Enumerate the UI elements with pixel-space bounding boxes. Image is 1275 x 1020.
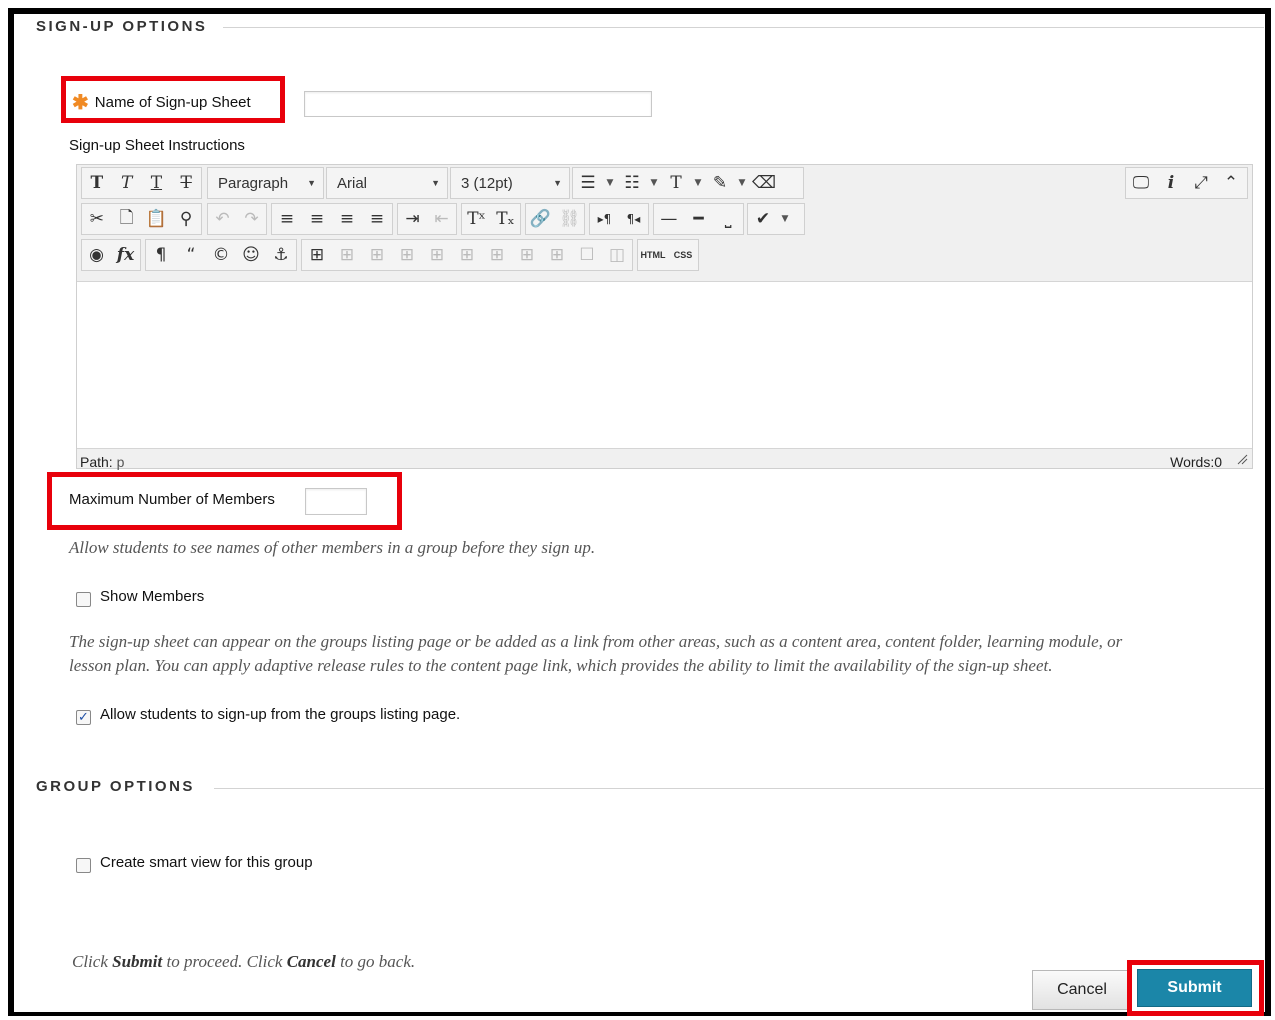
eraser-icon[interactable]: ⌫ — [749, 168, 779, 198]
resize-handle-icon[interactable] — [1236, 453, 1248, 465]
info-icon[interactable]: i — [1156, 168, 1186, 198]
chevron-down-icon: ▼ — [431, 178, 440, 188]
max-members-input[interactable] — [305, 488, 367, 515]
subscript-icon[interactable]: Tₓ — [491, 204, 520, 234]
bullet-list-icon[interactable]: ☰ — [573, 168, 603, 198]
paragraph-mark-icon[interactable]: ¶ — [146, 240, 176, 270]
checkmark-icon: ✓ — [78, 710, 89, 725]
undo-icon[interactable]: ↶ — [208, 204, 237, 234]
indent-icon[interactable]: ⇥ — [398, 204, 427, 234]
highlight-icon[interactable]: ✎ — [705, 168, 735, 198]
rtl-icon[interactable]: ¶◂ — [619, 204, 648, 234]
bold-icon[interactable]: T — [82, 168, 112, 198]
blockquote-icon[interactable]: “ — [176, 240, 206, 270]
cut-icon[interactable]: ✂ — [82, 204, 112, 234]
insert-row-before-icon[interactable]: ⊞ — [392, 240, 422, 270]
align-right-icon[interactable]: ≡ — [332, 204, 362, 234]
link-icon[interactable]: 🔗 — [526, 204, 555, 234]
chevron-down-icon: ▼ — [553, 178, 562, 188]
toolbar-row-1: T T T T Paragraph ▼ Arial ▼ 3 (12pt) ▼ ☰ ▼ … — [81, 167, 1251, 199]
allow-signup-label: Allow students to sign-up from the group… — [100, 706, 461, 723]
cancel-button[interactable]: Cancel — [1032, 970, 1132, 1010]
paste-icon[interactable]: 📋 — [142, 204, 172, 234]
signup-options-heading: SIGN-UP OPTIONS — [36, 18, 224, 35]
font-select[interactable]: Arial ▼ — [326, 167, 448, 199]
spellcheck-icon[interactable]: ✔ — [748, 204, 778, 234]
listing-help-line-1: The sign-up sheet can appear on the grou… — [69, 632, 1123, 651]
chevron-down-icon[interactable]: ▼ — [691, 168, 705, 198]
thick-rule-icon[interactable]: ━ — [684, 204, 714, 234]
align-justify-icon[interactable]: ≡ — [362, 204, 392, 234]
align-center-icon[interactable]: ≡ — [302, 204, 332, 234]
toolbar-row-3: ◉ fx ¶ “ © ☺ ⚓ ⊞ ⊞ ⊞ ⊞ ⊞ ⊞ ⊞ ⊞ ⊞ ☐ ◫ HTM… — [81, 239, 1251, 271]
smart-view-checkbox[interactable] — [76, 858, 91, 873]
split-cells-icon[interactable]: ☐ — [572, 240, 602, 270]
sheet-name-input[interactable] — [304, 91, 652, 117]
table-row-props-icon[interactable]: ⊞ — [332, 240, 362, 270]
preview-icon[interactable]: 🖵 — [1126, 168, 1156, 198]
mashup-icon[interactable]: ◉ — [82, 240, 111, 270]
ltr-icon[interactable]: ▸¶ — [590, 204, 619, 234]
table-icon[interactable]: ⊞ — [302, 240, 332, 270]
delete-row-icon[interactable]: ⊞ — [452, 240, 482, 270]
copy-icon[interactable]: 🗋 — [112, 204, 142, 234]
italic-icon[interactable]: T — [112, 168, 142, 198]
page-frame: SIGN-UP OPTIONS ✱ Name of Sign-up Sheet S… — [8, 8, 1271, 1016]
section-divider — [214, 27, 1264, 28]
horizontal-rule-icon[interactable]: — — [654, 204, 684, 234]
name-field-label: ✱ Name of Sign-up Sheet — [72, 92, 251, 114]
max-members-label: Maximum Number of Members — [69, 491, 275, 508]
chevron-down-icon[interactable]: ▼ — [735, 168, 749, 198]
collapse-toolbar-icon[interactable]: ⌃ — [1216, 168, 1246, 198]
text-color-icon[interactable]: T — [661, 168, 691, 198]
insert-col-before-icon[interactable]: ⊞ — [482, 240, 512, 270]
insert-col-after-icon[interactable]: ⊞ — [512, 240, 542, 270]
section-divider — [214, 788, 1264, 789]
submit-button[interactable]: Submit — [1137, 969, 1252, 1007]
chevron-down-icon[interactable]: ▼ — [603, 168, 617, 198]
fullscreen-icon[interactable]: ⤢ — [1186, 168, 1216, 198]
format-select[interactable]: Paragraph ▼ — [207, 167, 324, 199]
show-members-checkbox[interactable] — [76, 592, 91, 607]
chevron-down-icon: ▼ — [307, 178, 316, 188]
instructions-label: Sign-up Sheet Instructions — [69, 137, 245, 154]
delete-col-icon[interactable]: ⊞ — [542, 240, 572, 270]
show-members-label: Show Members — [100, 588, 205, 605]
strikethrough-icon[interactable]: T — [171, 168, 201, 198]
word-count: Words:0 — [1170, 454, 1222, 470]
editor-path: Path: p — [80, 454, 125, 470]
editor-content-area[interactable] — [77, 281, 1252, 449]
font-size-select[interactable]: 3 (12pt) ▼ — [450, 167, 570, 199]
math-formula-icon[interactable]: fx — [111, 240, 140, 270]
show-members-help: Allow students to see names of other mem… — [69, 538, 596, 557]
css-button[interactable]: CSS — [668, 240, 698, 270]
rich-text-editor: T T T T Paragraph ▼ Arial ▼ 3 (12pt) ▼ ☰ ▼ … — [76, 164, 1253, 470]
copyright-icon[interactable]: © — [206, 240, 236, 270]
html-button[interactable]: HTML — [638, 240, 668, 270]
submit-hint: Click Submit to proceed. Click Cancel to… — [72, 952, 416, 971]
nonbreaking-space-icon[interactable]: ⎵ — [713, 204, 743, 234]
listing-help-line-2: lesson plan. You can apply adaptive rele… — [69, 656, 1053, 675]
chevron-down-icon[interactable]: ▼ — [778, 204, 792, 234]
find-icon[interactable]: ⚲ — [171, 204, 201, 234]
smart-view-label: Create smart view for this group — [100, 854, 313, 871]
underline-icon[interactable]: T — [142, 168, 172, 198]
merge-cells-icon[interactable]: ◫ — [602, 240, 632, 270]
redo-icon[interactable]: ↷ — [237, 204, 266, 234]
numbered-list-icon[interactable]: ☷ — [617, 168, 647, 198]
outdent-icon[interactable]: ⇤ — [427, 204, 456, 234]
emoticon-icon[interactable]: ☺ — [236, 240, 266, 270]
group-options-heading: GROUP OPTIONS — [36, 778, 211, 795]
anchor-icon[interactable]: ⚓ — [266, 240, 296, 270]
asterisk-icon: ✱ — [72, 92, 89, 114]
toolbar-row-2: ✂ 🗋 📋 ⚲ ↶ ↷ ≡ ≡ ≡ ≡ ⇥ ⇤ Tˣ Tₓ 🔗 ⛓ ▸¶ ¶◂ … — [81, 203, 1251, 235]
insert-row-after-icon[interactable]: ⊞ — [422, 240, 452, 270]
allow-signup-checkbox[interactable]: ✓ — [76, 710, 91, 725]
path-value: p — [116, 454, 125, 470]
superscript-icon[interactable]: Tˣ — [462, 204, 491, 234]
align-left-icon[interactable]: ≡ — [272, 204, 302, 234]
unlink-icon[interactable]: ⛓ — [555, 204, 584, 234]
table-cell-props-icon[interactable]: ⊞ — [362, 240, 392, 270]
chevron-down-icon[interactable]: ▼ — [647, 168, 661, 198]
